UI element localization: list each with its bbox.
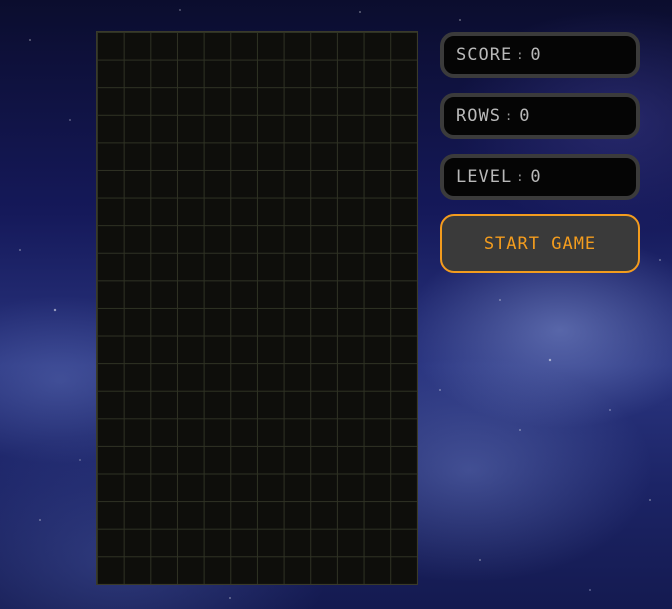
- score-value: 0: [530, 45, 542, 65]
- score-label: SCORE: [456, 45, 513, 65]
- game-board[interactable]: [96, 31, 418, 585]
- rows-panel: ROWS : 0: [440, 93, 640, 139]
- start-game-button[interactable]: START GAME: [440, 214, 640, 273]
- level-panel: LEVEL : 0: [440, 154, 640, 200]
- rows-label: ROWS: [456, 106, 501, 126]
- rows-separator: :: [504, 109, 514, 123]
- level-separator: :: [516, 170, 525, 184]
- score-separator: :: [516, 48, 525, 62]
- level-label: LEVEL: [456, 167, 513, 187]
- level-value: 0: [530, 167, 542, 187]
- score-panel: SCORE : 0: [440, 32, 640, 78]
- rows-value: 0: [519, 106, 531, 126]
